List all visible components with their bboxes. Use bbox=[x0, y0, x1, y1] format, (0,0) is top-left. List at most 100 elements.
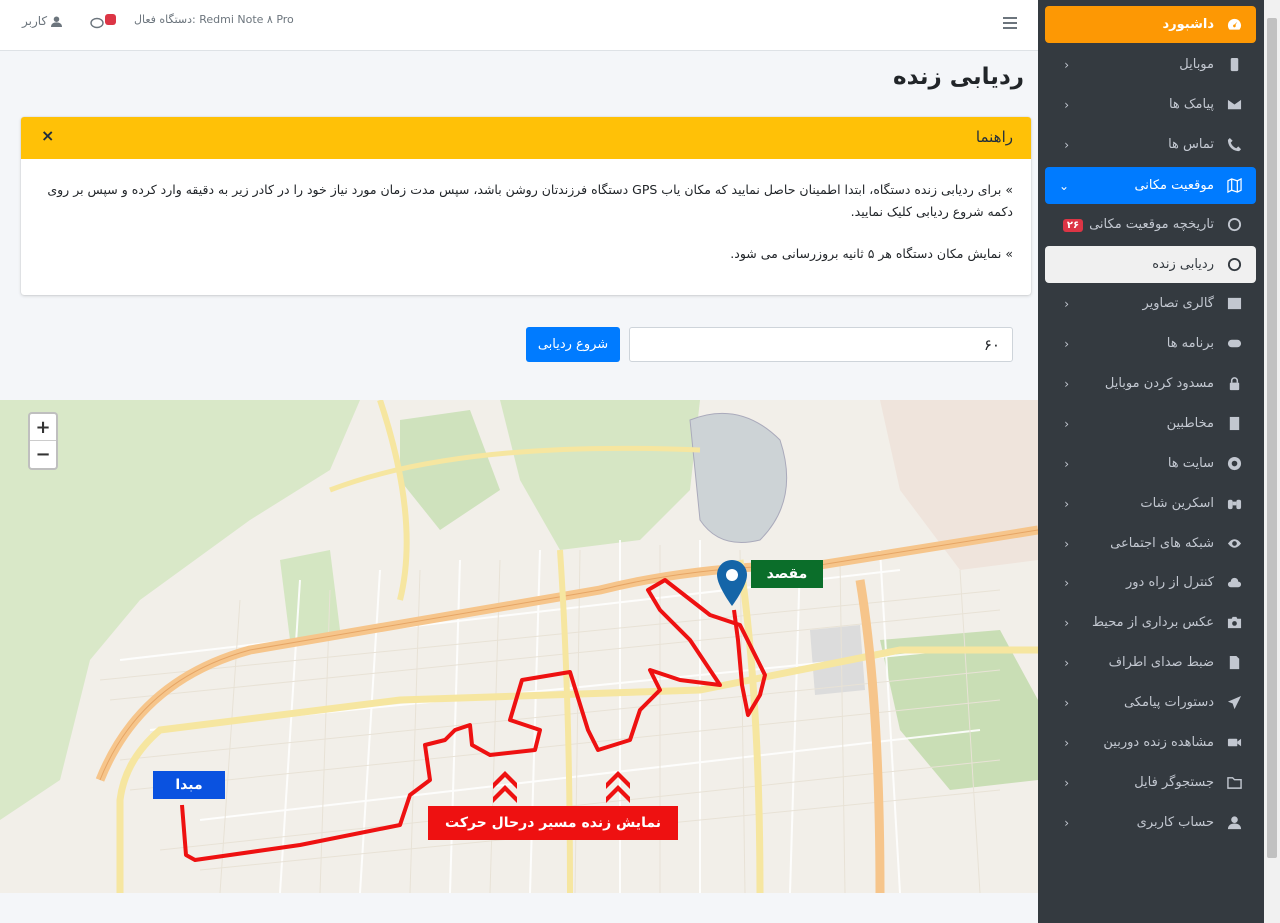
sidebar-item-label: اسکرین شات bbox=[1140, 496, 1214, 511]
sidebar-item-label: تاریخچه موقعیت مکانی bbox=[1089, 217, 1214, 232]
mobile-icon bbox=[1222, 57, 1246, 72]
sidebar-item-sms-commands[interactable]: دستورات پیامکی ‹ bbox=[1045, 684, 1256, 721]
sidebar: داشبورد موبایل ‹ پیامک ها ‹ تماس ها ‹ مو… bbox=[1038, 0, 1264, 923]
sidebar-item-label: عکس برداری از محیط bbox=[1091, 615, 1214, 630]
chevron-left-icon: ‹ bbox=[1064, 456, 1069, 471]
guide-title: راهنما bbox=[975, 128, 1013, 146]
sidebar-item-file-explorer[interactable]: جستجوگر فایل ‹ bbox=[1045, 764, 1256, 801]
user-label: کاربر bbox=[22, 14, 48, 28]
chevron-left-icon: ‹ bbox=[1064, 376, 1069, 391]
camera-icon bbox=[1222, 615, 1246, 630]
sidebar-item-apps[interactable]: برنامه ها ‹ bbox=[1045, 325, 1256, 362]
sidebar-item-remote[interactable]: کنترل از راه دور ‹ bbox=[1045, 564, 1256, 601]
notifications-icon[interactable] bbox=[90, 13, 116, 31]
sidebar-item-location[interactable]: موقعیت مکانی ⌄ bbox=[1045, 167, 1256, 204]
menu-toggle-icon[interactable] bbox=[1003, 17, 1017, 29]
sidebar-item-label: سایت ها bbox=[1167, 456, 1214, 471]
chevron-left-icon: ‹ bbox=[1064, 575, 1069, 590]
close-icon[interactable]: × bbox=[41, 126, 54, 145]
sidebar-item-label: ضبط صدای اطراف bbox=[1108, 655, 1214, 670]
chevron-left-icon: ‹ bbox=[1064, 496, 1069, 511]
chrome-icon bbox=[1222, 456, 1246, 471]
chevron-left-icon: ‹ bbox=[1064, 416, 1069, 431]
sidebar-item-sms[interactable]: پیامک ها ‹ bbox=[1045, 86, 1256, 123]
circle-icon bbox=[1222, 257, 1246, 272]
direction-arrow-icon bbox=[606, 771, 630, 803]
gamepad-icon bbox=[1222, 336, 1246, 351]
sidebar-item-label: گالری تصاویر bbox=[1142, 296, 1214, 311]
sidebar-item-live-camera[interactable]: مشاهده زنده دوربین ‹ bbox=[1045, 724, 1256, 761]
sidebar-item-label-wrap: تاریخچه موقعیت مکانی ۲۶ bbox=[1045, 217, 1214, 232]
origin-label: مبدا bbox=[153, 771, 225, 799]
page-scrollbar[interactable] bbox=[1264, 0, 1280, 923]
cloud-icon bbox=[1222, 575, 1246, 590]
chevron-left-icon: ‹ bbox=[1064, 815, 1069, 830]
sidebar-item-dashboard[interactable]: داشبورد bbox=[1045, 6, 1256, 43]
sidebar-item-live-tracking[interactable]: ردیابی زنده bbox=[1045, 246, 1256, 283]
folder-icon bbox=[1222, 775, 1246, 790]
destination-label: مقصد bbox=[751, 560, 823, 588]
chevron-left-icon: ‹ bbox=[1064, 695, 1069, 710]
sidebar-item-label: برنامه ها bbox=[1166, 336, 1214, 351]
duration-input[interactable] bbox=[629, 327, 1013, 362]
paper-plane-icon bbox=[1222, 695, 1246, 710]
guide-line-1: » برای ردیابی زنده دستگاه، ابتدا اطمینان… bbox=[47, 182, 1013, 219]
sidebar-item-label: مسدود کردن موبایل bbox=[1104, 376, 1214, 391]
chevron-left-icon: ‹ bbox=[1064, 775, 1069, 790]
circle-icon bbox=[1222, 217, 1246, 232]
chevron-left-icon: ‹ bbox=[1064, 536, 1069, 551]
sidebar-item-screenshot[interactable]: اسکرین شات ‹ bbox=[1045, 485, 1256, 522]
chevron-left-icon: ‹ bbox=[1064, 336, 1069, 351]
audio-file-icon bbox=[1222, 655, 1246, 670]
start-tracking-button[interactable]: شروع ردیابی bbox=[526, 327, 620, 362]
direction-arrow-icon bbox=[493, 771, 517, 803]
sidebar-item-block-mobile[interactable]: مسدود کردن موبایل ‹ bbox=[1045, 365, 1256, 402]
notification-badge bbox=[105, 14, 116, 25]
phone-icon bbox=[1222, 137, 1246, 152]
sidebar-item-label: شبکه های اجتماعی bbox=[1110, 536, 1214, 551]
sidebar-item-camera[interactable]: عکس برداری از محیط ‹ bbox=[1045, 604, 1256, 641]
envelope-icon bbox=[1222, 97, 1246, 112]
chevron-left-icon: ‹ bbox=[1064, 57, 1069, 72]
sidebar-item-label: مشاهده زنده دوربین bbox=[1103, 735, 1214, 750]
sidebar-item-gallery[interactable]: گالری تصاویر ‹ bbox=[1045, 285, 1256, 322]
user-icon bbox=[1222, 815, 1246, 830]
sidebar-item-calls[interactable]: تماس ها ‹ bbox=[1045, 126, 1256, 163]
sidebar-item-audio[interactable]: ضبط صدای اطراف ‹ bbox=[1045, 644, 1256, 681]
chevron-down-icon: ⌄ bbox=[1058, 178, 1069, 193]
sidebar-item-label: موبایل bbox=[1179, 57, 1214, 72]
guide-header: راهنما × bbox=[21, 117, 1031, 159]
sidebar-item-label: پیامک ها bbox=[1168, 97, 1214, 112]
zoom-control: + − bbox=[28, 412, 58, 470]
sidebar-item-label: ردیابی زنده bbox=[1152, 257, 1214, 272]
sidebar-item-location-history[interactable]: تاریخچه موقعیت مکانی ۲۶ bbox=[1045, 206, 1256, 243]
sidebar-item-label: مخاطبین bbox=[1166, 416, 1214, 431]
sidebar-item-account[interactable]: حساب کاربری ‹ bbox=[1045, 804, 1256, 841]
sidebar-item-label: داشبورد bbox=[1162, 17, 1214, 32]
history-count-badge: ۲۶ bbox=[1062, 219, 1084, 232]
sidebar-item-mobile[interactable]: موبایل ‹ bbox=[1045, 46, 1256, 83]
sidebar-item-sites[interactable]: سایت ها ‹ bbox=[1045, 445, 1256, 482]
guide-body: » برای ردیابی زنده دستگاه، ابتدا اطمینان… bbox=[21, 159, 1031, 265]
sidebar-item-label: موقعیت مکانی bbox=[1134, 178, 1214, 193]
chevron-left-icon: ‹ bbox=[1064, 296, 1069, 311]
zoom-in-button[interactable]: + bbox=[30, 414, 56, 441]
chevron-left-icon: ‹ bbox=[1064, 97, 1069, 112]
zoom-out-button[interactable]: − bbox=[30, 441, 56, 468]
sidebar-item-social[interactable]: شبکه های اجتماعی ‹ bbox=[1045, 525, 1256, 562]
sidebar-item-contacts[interactable]: مخاطبین ‹ bbox=[1045, 405, 1256, 442]
binoculars-icon bbox=[1222, 496, 1246, 511]
user-menu[interactable]: کاربر bbox=[22, 14, 63, 28]
top-navbar: دستگاه فعال: Redmi Note ۸ Pro کاربر bbox=[0, 0, 1038, 51]
image-icon bbox=[1222, 296, 1246, 311]
active-device-label: دستگاه فعال: Redmi Note ۸ Pro bbox=[134, 13, 294, 26]
chevron-left-icon: ‹ bbox=[1064, 735, 1069, 750]
scrollbar-thumb[interactable] bbox=[1267, 18, 1277, 858]
lock-icon bbox=[1222, 376, 1246, 391]
sidebar-item-label: جستجوگر فایل bbox=[1134, 775, 1214, 790]
destination-marker-icon[interactable] bbox=[716, 560, 748, 606]
sidebar-item-label: تماس ها bbox=[1168, 137, 1214, 152]
chevron-left-icon: ‹ bbox=[1064, 615, 1069, 630]
map-icon bbox=[1222, 178, 1246, 193]
sidebar-item-label: کنترل از راه دور bbox=[1126, 575, 1214, 590]
